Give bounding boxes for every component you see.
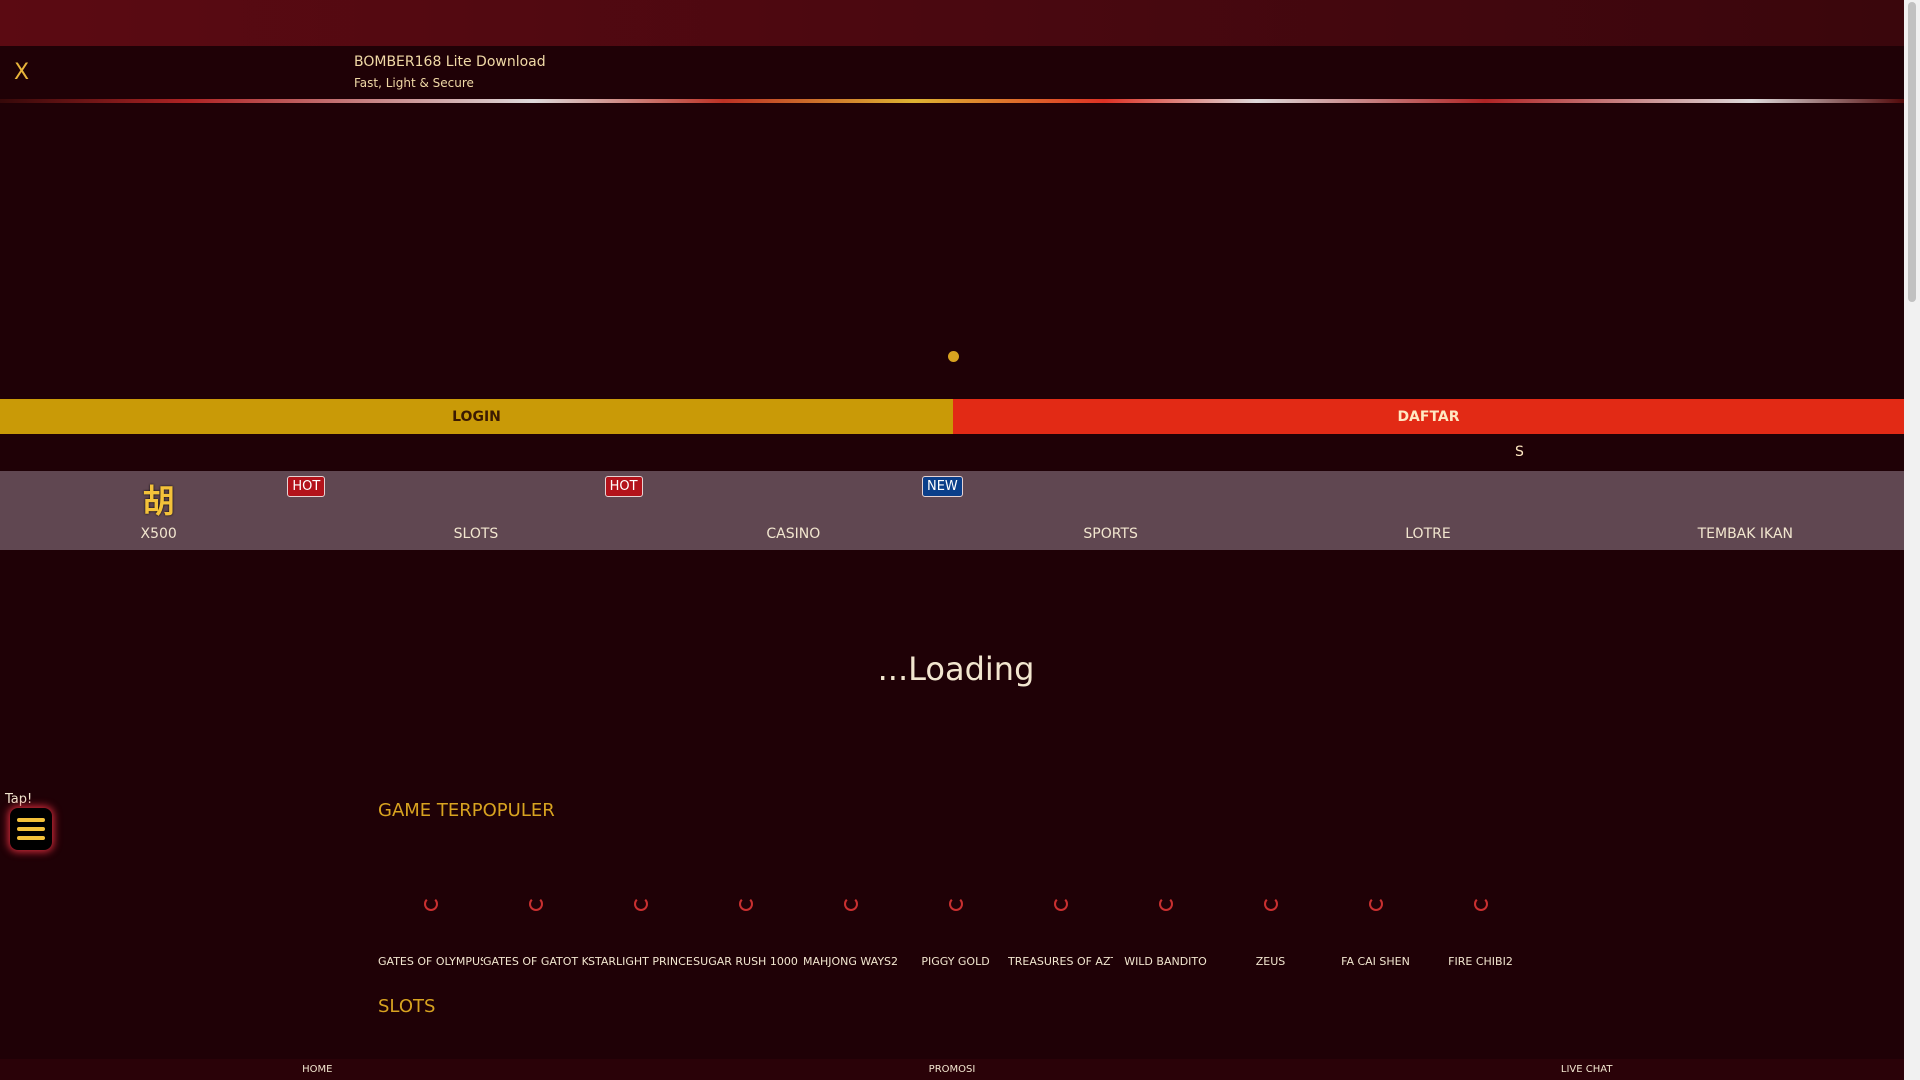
promo-carousel[interactable]: [0, 99, 1904, 399]
daftar-button[interactable]: DAFTAR: [953, 399, 1904, 434]
nav-home[interactable]: HOME: [0, 1059, 635, 1080]
category-x500[interactable]: 胡 X500: [0, 471, 317, 550]
game-tile[interactable]: WILD BANDITO: [1113, 870, 1218, 980]
game-name: GATES OF OLYMPUS: [378, 955, 483, 968]
category-label: SLOTS: [453, 526, 499, 542]
popular-games-list: GATES OF OLYMPUS GATES OF GATOT KACA STA…: [378, 870, 1533, 980]
hot-badge: HOT: [287, 476, 326, 497]
bottom-navigation: HOME PROMOSI LIVE CHAT: [0, 1059, 1904, 1080]
loading-spinner-icon: [1369, 897, 1383, 911]
category-sports[interactable]: NEW SPORTS: [921, 471, 1269, 550]
category-casino[interactable]: HOT CASINO: [604, 471, 952, 550]
category-label: SPORTS: [1083, 526, 1138, 542]
game-tile[interactable]: MAHJONG WAYS2: [798, 870, 903, 980]
loading-spinner-icon: [1474, 897, 1488, 911]
game-name: SUGAR RUSH 1000: [693, 955, 798, 968]
loading-spinner-icon: [739, 897, 753, 911]
game-tile[interactable]: FIRE CHIBI2: [1428, 870, 1533, 980]
game-name: GATES OF GATOT KACA: [483, 955, 588, 968]
category-label: LOTRE: [1405, 526, 1451, 542]
game-tile[interactable]: SUGAR RUSH 1000: [693, 870, 798, 980]
game-tile[interactable]: GATES OF GATOT KACA: [483, 870, 588, 980]
nav-promosi[interactable]: PROMOSI: [635, 1059, 1270, 1080]
slots-section-title: SLOTS: [378, 996, 436, 1017]
hot-badge: HOT: [604, 476, 643, 497]
login-button[interactable]: LOGIN: [0, 399, 953, 434]
loading-text: ...Loading: [877, 650, 1035, 688]
category-label: X500: [140, 526, 177, 542]
loading-spinner-icon: [634, 897, 648, 911]
loading-spinner-icon: [844, 897, 858, 911]
popular-games-title: GAME TERPOPULER: [378, 800, 555, 821]
new-badge: NEW: [921, 476, 963, 497]
carousel-light-strip: [0, 99, 1904, 103]
category-bar: 胡 X500 HOT SLOTS HOT CASINO NEW SPORTS L…: [0, 471, 1904, 550]
marquee-text: S: [1515, 444, 1524, 460]
game-tile[interactable]: TREASURES OF AZTEC: [1008, 870, 1113, 980]
nav-live-chat[interactable]: LIVE CHAT: [1269, 1059, 1904, 1080]
x500-logo-icon: 胡: [142, 482, 175, 520]
announcement-marquee: S: [0, 434, 1904, 471]
category-label: TEMBAK IKAN: [1697, 526, 1793, 542]
category-label: CASINO: [766, 526, 821, 542]
game-name: STARLIGHT PRINCESS: [588, 955, 693, 968]
loading-spinner-icon: [1054, 897, 1068, 911]
category-tembak-ikan[interactable]: TEMBAK IKAN: [1587, 471, 1904, 550]
top-strip: [0, 0, 1904, 46]
loading-spinner-icon: [529, 897, 543, 911]
loading-spinner-icon: [949, 897, 963, 911]
game-tile[interactable]: PIGGY GOLD: [903, 870, 1008, 980]
auth-buttons: LOGIN DAFTAR: [0, 399, 1904, 434]
category-slots[interactable]: HOT SLOTS: [287, 471, 634, 550]
scrollbar-thumb[interactable]: [1908, 2, 1916, 302]
game-tile[interactable]: GATES OF OLYMPUS: [378, 870, 483, 980]
game-name: ZEUS: [1255, 955, 1286, 968]
game-tile[interactable]: STARLIGHT PRINCESS: [588, 870, 693, 980]
game-name: FA CAI SHEN: [1341, 955, 1410, 968]
game-name: WILD BANDITO: [1124, 955, 1207, 968]
app-banner-title[interactable]: BOMBER168 Lite Download: [354, 54, 546, 70]
game-tile[interactable]: ZEUS: [1218, 870, 1323, 980]
game-name: TREASURES OF AZTEC: [1008, 955, 1113, 968]
game-name: FIRE CHIBI2: [1448, 955, 1513, 968]
page-scrollbar[interactable]: [1904, 0, 1920, 1080]
app-download-banner: X BOMBER168 Lite Download Fast, Light & …: [0, 46, 1904, 99]
game-name: MAHJONG WAYS2: [802, 955, 899, 968]
game-name: PIGGY GOLD: [921, 955, 990, 968]
app-banner-subtitle: Fast, Light & Secure: [354, 76, 474, 90]
category-lotre[interactable]: LOTRE: [1269, 471, 1586, 550]
loading-spinner-icon: [424, 897, 438, 911]
loading-spinner-icon: [1159, 897, 1173, 911]
carousel-indicator-dot[interactable]: [948, 351, 959, 362]
floating-menu-button[interactable]: [10, 808, 52, 850]
tap-label: Tap!: [5, 792, 33, 807]
loading-spinner-icon: [1264, 897, 1278, 911]
game-tile[interactable]: FA CAI SHEN: [1323, 870, 1428, 980]
close-banner-button[interactable]: X: [14, 60, 29, 85]
